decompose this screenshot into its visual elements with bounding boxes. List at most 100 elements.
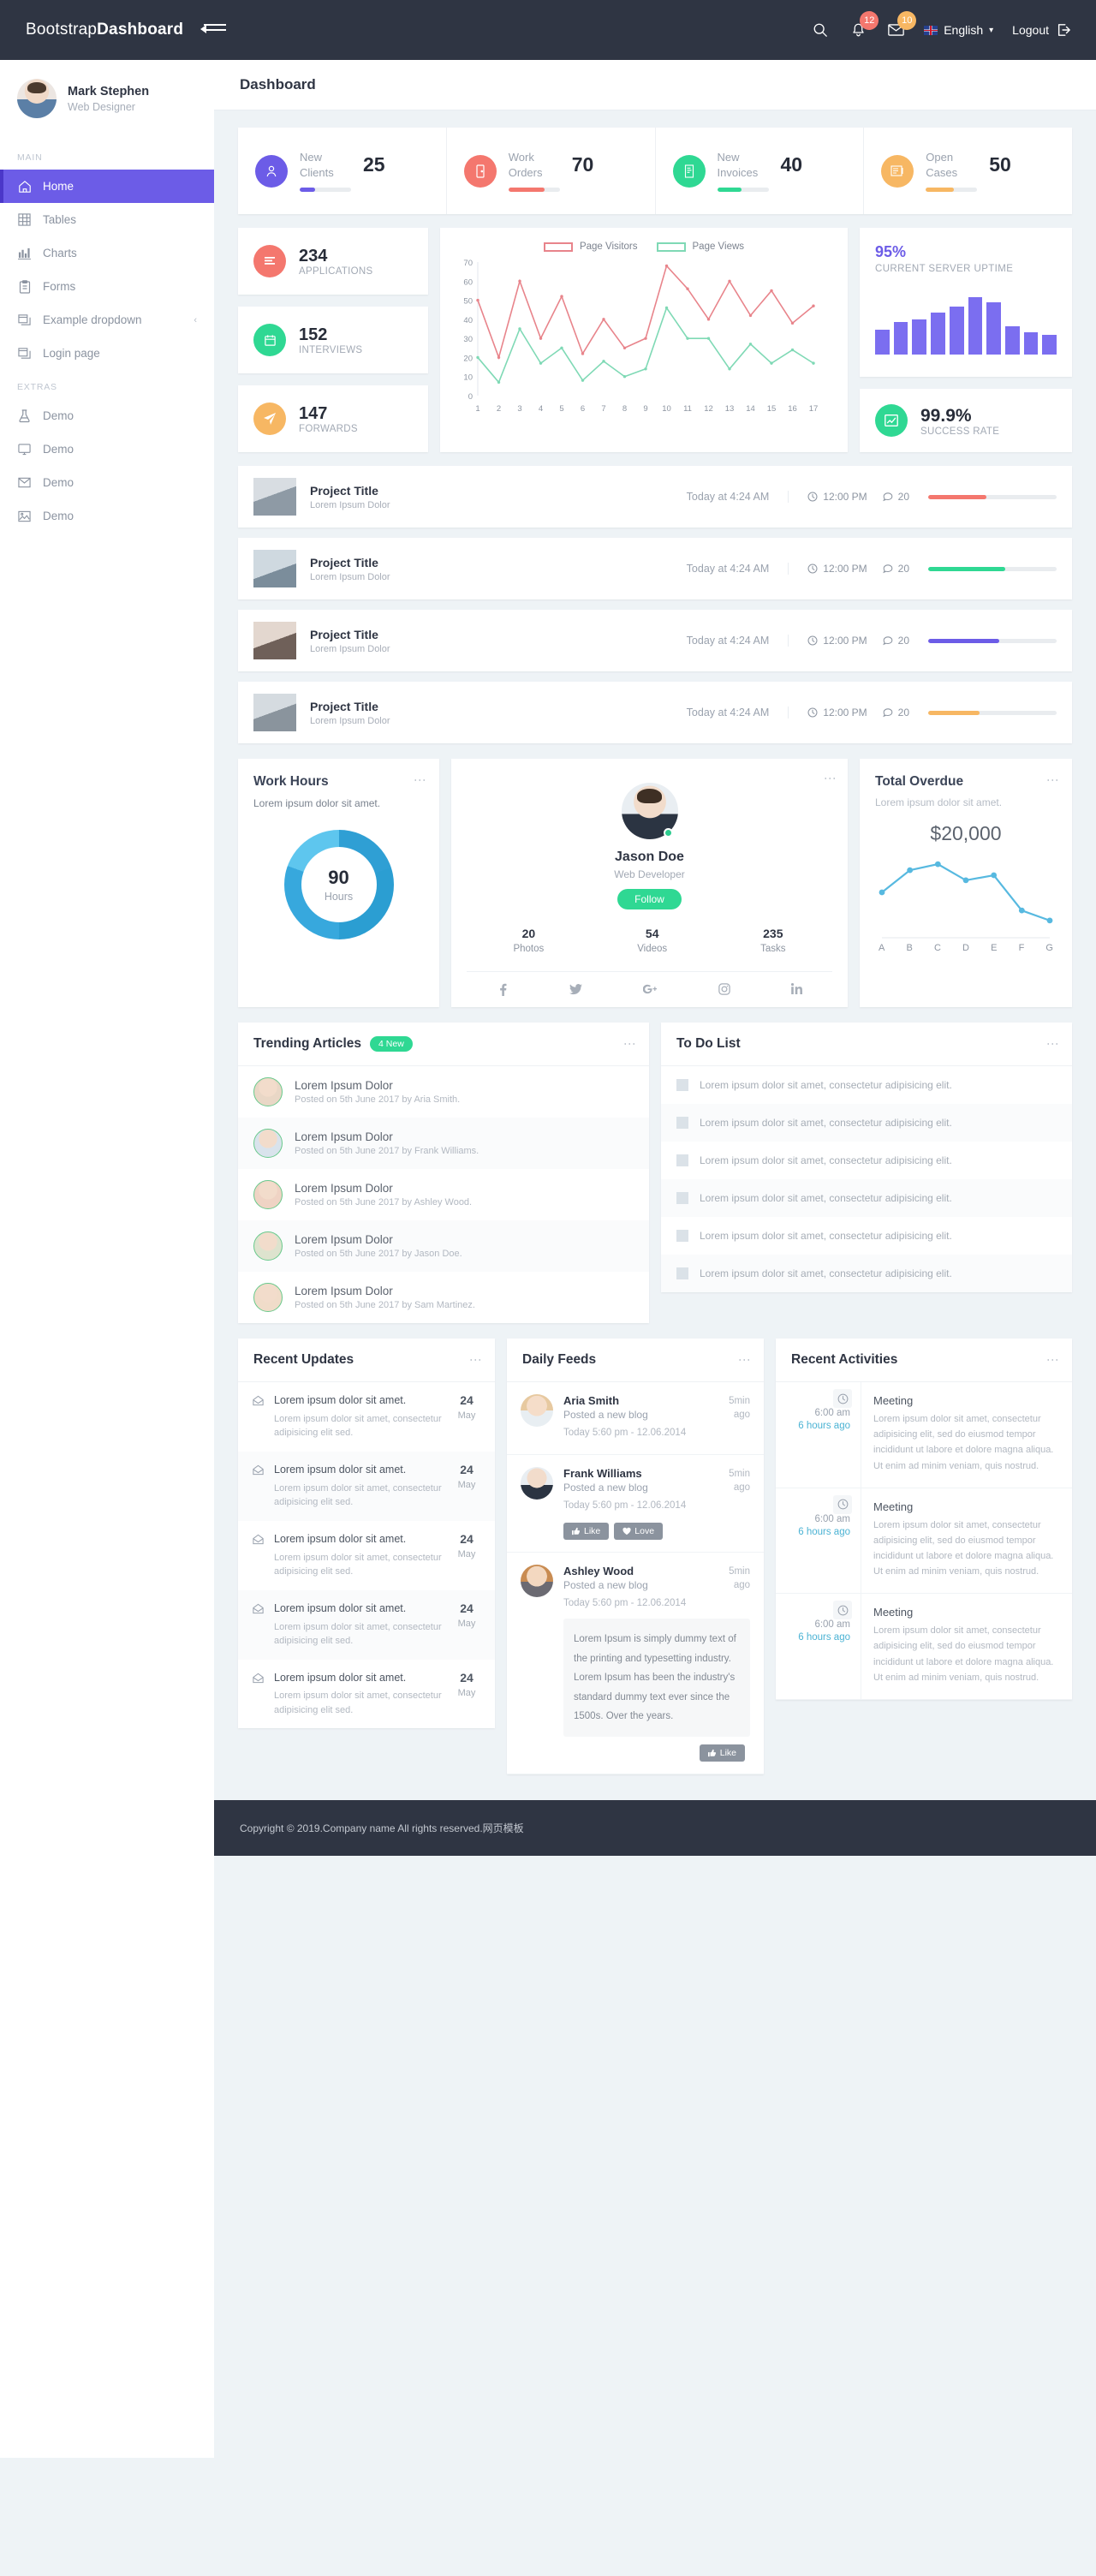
update-desc: Lorem ipsum dolor sit amet, consectetur … (274, 1621, 442, 1647)
google-plus-icon[interactable] (642, 983, 658, 996)
feed-author[interactable]: Frank Williams (563, 1467, 648, 1480)
sidebar-item-forms[interactable]: Forms (0, 270, 214, 303)
todo-checkbox[interactable] (676, 1230, 688, 1243)
notifications-badge: 12 (860, 11, 879, 30)
twitter-icon[interactable] (569, 983, 582, 996)
svg-text:10: 10 (662, 404, 671, 414)
profile-card-menu-icon[interactable]: ⋮ (824, 772, 837, 784)
daily-feeds-title: Daily Feeds (522, 1352, 597, 1368)
linkedin-icon[interactable] (790, 983, 802, 996)
clock-icon (807, 635, 818, 646)
daily-feeds-card: Daily Feeds ⋮ Aria Smith Posted a new blo… (507, 1339, 764, 1775)
todo-menu-icon[interactable]: ⋮ (1046, 1038, 1060, 1050)
project-subtitle: Lorem Ipsum Dolor (310, 499, 390, 510)
todo-item[interactable]: Lorem ipsum dolor sit amet, consectetur … (661, 1217, 1072, 1255)
project-row[interactable]: Project Title Lorem Ipsum Dolor Today at 4… (238, 610, 1072, 672)
feed-author[interactable]: Ashley Wood (563, 1565, 648, 1577)
todo-item[interactable]: Lorem ipsum dolor sit amet, consectetur … (661, 1142, 1072, 1179)
overdue-axis-tick: C (933, 943, 941, 954)
profile-stat-value: 20 (521, 927, 536, 941)
todo-item[interactable]: Lorem ipsum dolor sit amet, consectetur … (661, 1104, 1072, 1142)
work-hours-menu-icon[interactable]: ⋮ (414, 774, 427, 786)
facebook-icon[interactable] (497, 983, 509, 997)
chevron-left-icon[interactable]: ‹ (194, 315, 197, 325)
profile-stat: 235 Tasks (760, 927, 785, 956)
todo-checkbox[interactable] (676, 1117, 688, 1130)
recent-update-item[interactable]: Lorem ipsum dolor sit amet. Lorem ipsum d… (238, 1451, 495, 1521)
update-day: 24 (460, 1670, 474, 1685)
trending-item[interactable]: Lorem Ipsum Dolor Posted on 5th June 2017… (238, 1220, 649, 1273)
image-icon (17, 509, 32, 523)
update-day: 24 (460, 1531, 474, 1546)
todo-item-text: Lorem ipsum dolor sit amet, consectetur … (700, 1267, 952, 1280)
recent-update-item[interactable]: Lorem ipsum dolor sit amet. Lorem ipsum d… (238, 1660, 495, 1729)
todo-checkbox[interactable] (676, 1154, 688, 1167)
sidebar-item-charts[interactable]: Charts (0, 236, 214, 270)
open-envelope-icon (253, 1603, 264, 1613)
instagram-icon[interactable] (718, 983, 730, 996)
trending-item[interactable]: Lorem Ipsum Dolor Posted on 5th June 2017… (238, 1118, 649, 1170)
logout-button[interactable]: Logout (1012, 23, 1070, 37)
overview-row: 234 APPLICATIONS 152 INTERVIEWS 147 FORWARDS … (238, 228, 1072, 453)
language-selector[interactable]: English ▾ (924, 23, 993, 37)
trending-menu-icon[interactable]: ⋮ (623, 1038, 637, 1050)
stat-progress-bar (300, 188, 351, 193)
sidebar-item-login-page[interactable]: Login page (0, 337, 214, 370)
update-title: Lorem ipsum dolor sit amet. (274, 1532, 407, 1545)
sidebar-item-demo[interactable]: Demo (0, 399, 214, 432)
sidebar-item-example-dropdown[interactable]: Example dropdown ‹ (0, 303, 214, 337)
update-day: 24 (460, 1462, 474, 1476)
sidebar-item-demo[interactable]: Demo (0, 432, 214, 466)
svg-text:13: 13 (725, 404, 735, 414)
activity-time: 6:00 am (814, 1408, 850, 1419)
mini-stat-card: 234 APPLICATIONS (238, 228, 428, 295)
recent-update-item[interactable]: Lorem ipsum dolor sit amet. Lorem ipsum d… (238, 1589, 495, 1660)
recent-activities-menu-icon[interactable]: ⋮ (1046, 1354, 1060, 1366)
uptime-bar (1042, 335, 1057, 355)
language-label: English (944, 23, 984, 37)
trending-item[interactable]: Lorem Ipsum Dolor Posted on 5th June 2017… (238, 1066, 649, 1118)
todo-checkbox[interactable] (676, 1192, 688, 1205)
sidebar-profile[interactable]: Mark Stephen Web Designer (0, 60, 214, 140)
overdue-menu-icon[interactable]: ⋮ (1046, 774, 1060, 786)
recent-update-item[interactable]: Lorem ipsum dolor sit amet. Lorem ipsum d… (238, 1382, 495, 1452)
todo-item[interactable]: Lorem ipsum dolor sit amet, consectetur … (661, 1066, 1072, 1104)
todo-item[interactable]: Lorem ipsum dolor sit amet, consectetur … (661, 1179, 1072, 1218)
sidebar-item-demo[interactable]: Demo (0, 499, 214, 533)
feed-author[interactable]: Aria Smith (563, 1394, 648, 1407)
love-button[interactable]: Love (614, 1522, 664, 1540)
todo-item[interactable]: Lorem ipsum dolor sit amet, consectetur … (661, 1255, 1072, 1293)
daily-feeds-menu-icon[interactable]: ⋮ (738, 1354, 752, 1366)
brand-logo[interactable]: BootstrapDashboard (26, 21, 183, 39)
like-button[interactable]: Like (699, 1744, 745, 1762)
todo-checkbox[interactable] (676, 1267, 688, 1280)
notifications-bell-icon[interactable]: 12 (849, 11, 879, 39)
sidebar-toggle-icon[interactable] (200, 24, 227, 36)
trending-item[interactable]: Lorem Ipsum Dolor Posted on 5th June 2017… (238, 1169, 649, 1220)
success-value: 99.9% (920, 405, 972, 426)
todo-checkbox[interactable] (676, 1079, 688, 1092)
sidebar-item-tables[interactable]: Tables (0, 203, 214, 236)
recent-update-item[interactable]: Lorem ipsum dolor sit amet. Lorem ipsum d… (238, 1521, 495, 1590)
recent-updates-menu-icon[interactable]: ⋮ (469, 1354, 483, 1366)
mini-cards-column: 234 APPLICATIONS 152 INTERVIEWS 147 FORWARDS (238, 228, 428, 453)
project-thumbnail (253, 550, 296, 588)
recent-updates-list: Lorem ipsum dolor sit amet. Lorem ipsum d… (238, 1382, 495, 1728)
sidebar-item-home[interactable]: Home (0, 170, 214, 203)
project-row[interactable]: Project Title Lorem Ipsum Dolor Today at 4… (238, 682, 1072, 744)
project-row[interactable]: Project Title Lorem Ipsum Dolor Today at 4… (238, 538, 1072, 600)
avatar (521, 1564, 553, 1597)
svg-text:2: 2 (497, 404, 501, 414)
messages-envelope-icon[interactable]: 10 (886, 11, 917, 39)
app-shell: Mark Stephen Web Designer MAIN Home Tables… (0, 60, 1096, 2458)
sidebar-item-demo[interactable]: Demo (0, 466, 214, 499)
trending-item[interactable]: Lorem Ipsum Dolor Posted on 5th June 2017… (238, 1272, 649, 1323)
activity-item: 6:00 am 6 hours ago Meeting Lorem ipsum dol… (776, 1382, 1072, 1488)
profile-stat-label: Tasks (760, 944, 786, 955)
work-hours-value: 90 (328, 867, 349, 889)
follow-button[interactable]: Follow (617, 889, 682, 910)
like-button[interactable]: Like (563, 1522, 610, 1540)
project-row[interactable]: Project Title Lorem Ipsum Dolor Today at 4… (238, 466, 1072, 528)
avatar (253, 1180, 283, 1210)
search-icon[interactable] (811, 21, 830, 39)
